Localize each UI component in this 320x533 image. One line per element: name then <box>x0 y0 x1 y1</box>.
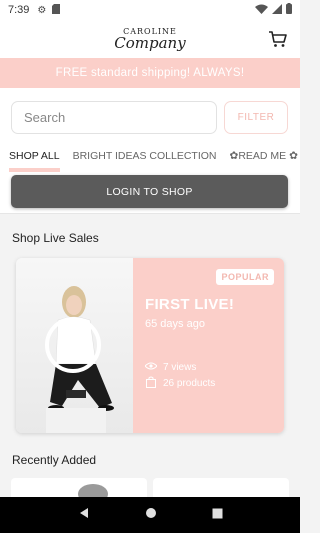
play-icon[interactable] <box>44 316 102 379</box>
eye-icon <box>144 362 158 373</box>
login-to-shop-button[interactable]: LOGIN TO SHOP <box>11 175 288 208</box>
brand-logo[interactable]: CAROLINE Company <box>114 27 186 52</box>
signal-icon <box>272 3 282 17</box>
product-thumbnail[interactable] <box>11 478 147 498</box>
recents-icon[interactable] <box>212 506 223 524</box>
cart-icon[interactable] <box>268 29 288 49</box>
product-image <box>78 484 108 498</box>
recently-added-row <box>11 478 289 498</box>
back-icon[interactable] <box>78 506 90 524</box>
system-nav-bar <box>0 497 300 533</box>
search-input[interactable] <box>11 101 217 134</box>
recently-added-title: Recently Added <box>12 453 97 467</box>
live-sale-photo <box>16 258 133 433</box>
wifi-icon <box>255 4 268 17</box>
live-sale-age: 65 days ago <box>145 318 205 330</box>
category-tabs: SHOP ALL BRIGHT IDEAS COLLECTION ✿READ M… <box>0 146 300 172</box>
settings-icon: ⚙ <box>37 4 47 16</box>
live-sale-title: FIRST LIVE! <box>145 296 235 313</box>
product-thumbnail[interactable] <box>153 478 289 498</box>
live-sales-title: Shop Live Sales <box>12 231 99 245</box>
filter-button[interactable]: FILTER <box>224 101 288 134</box>
shopping-bag-icon <box>145 376 157 391</box>
products-count: 26 products <box>163 378 216 389</box>
products-stat: 26 products <box>145 376 215 391</box>
tab-read-me[interactable]: ✿READ ME ✿ <box>230 146 298 162</box>
views-stat: 7 views <box>144 362 197 373</box>
logo-line2: Company <box>114 33 186 52</box>
shipping-banner: FREE standard shipping! ALWAYS! <box>0 58 300 88</box>
tab-bright-ideas[interactable]: BRIGHT IDEAS COLLECTION <box>73 146 217 162</box>
tab-shop-all[interactable]: SHOP ALL <box>9 146 60 172</box>
popular-badge: POPULAR <box>216 269 274 285</box>
app-header: CAROLINE Company <box>0 20 300 58</box>
search-area: FILTER <box>0 88 300 146</box>
status-time: 7:39 <box>8 4 30 16</box>
battery-icon <box>286 3 292 17</box>
sd-card-icon <box>52 3 61 17</box>
status-bar: 7:39 ⚙ <box>0 0 300 20</box>
live-sale-card[interactable]: POPULAR FIRST LIVE! 65 days ago 7 views … <box>16 258 284 433</box>
login-area: LOGIN TO SHOP <box>0 172 300 214</box>
home-icon[interactable] <box>145 506 157 524</box>
live-sale-info: POPULAR FIRST LIVE! 65 days ago 7 views … <box>133 258 284 433</box>
views-count: 7 views <box>163 362 197 373</box>
